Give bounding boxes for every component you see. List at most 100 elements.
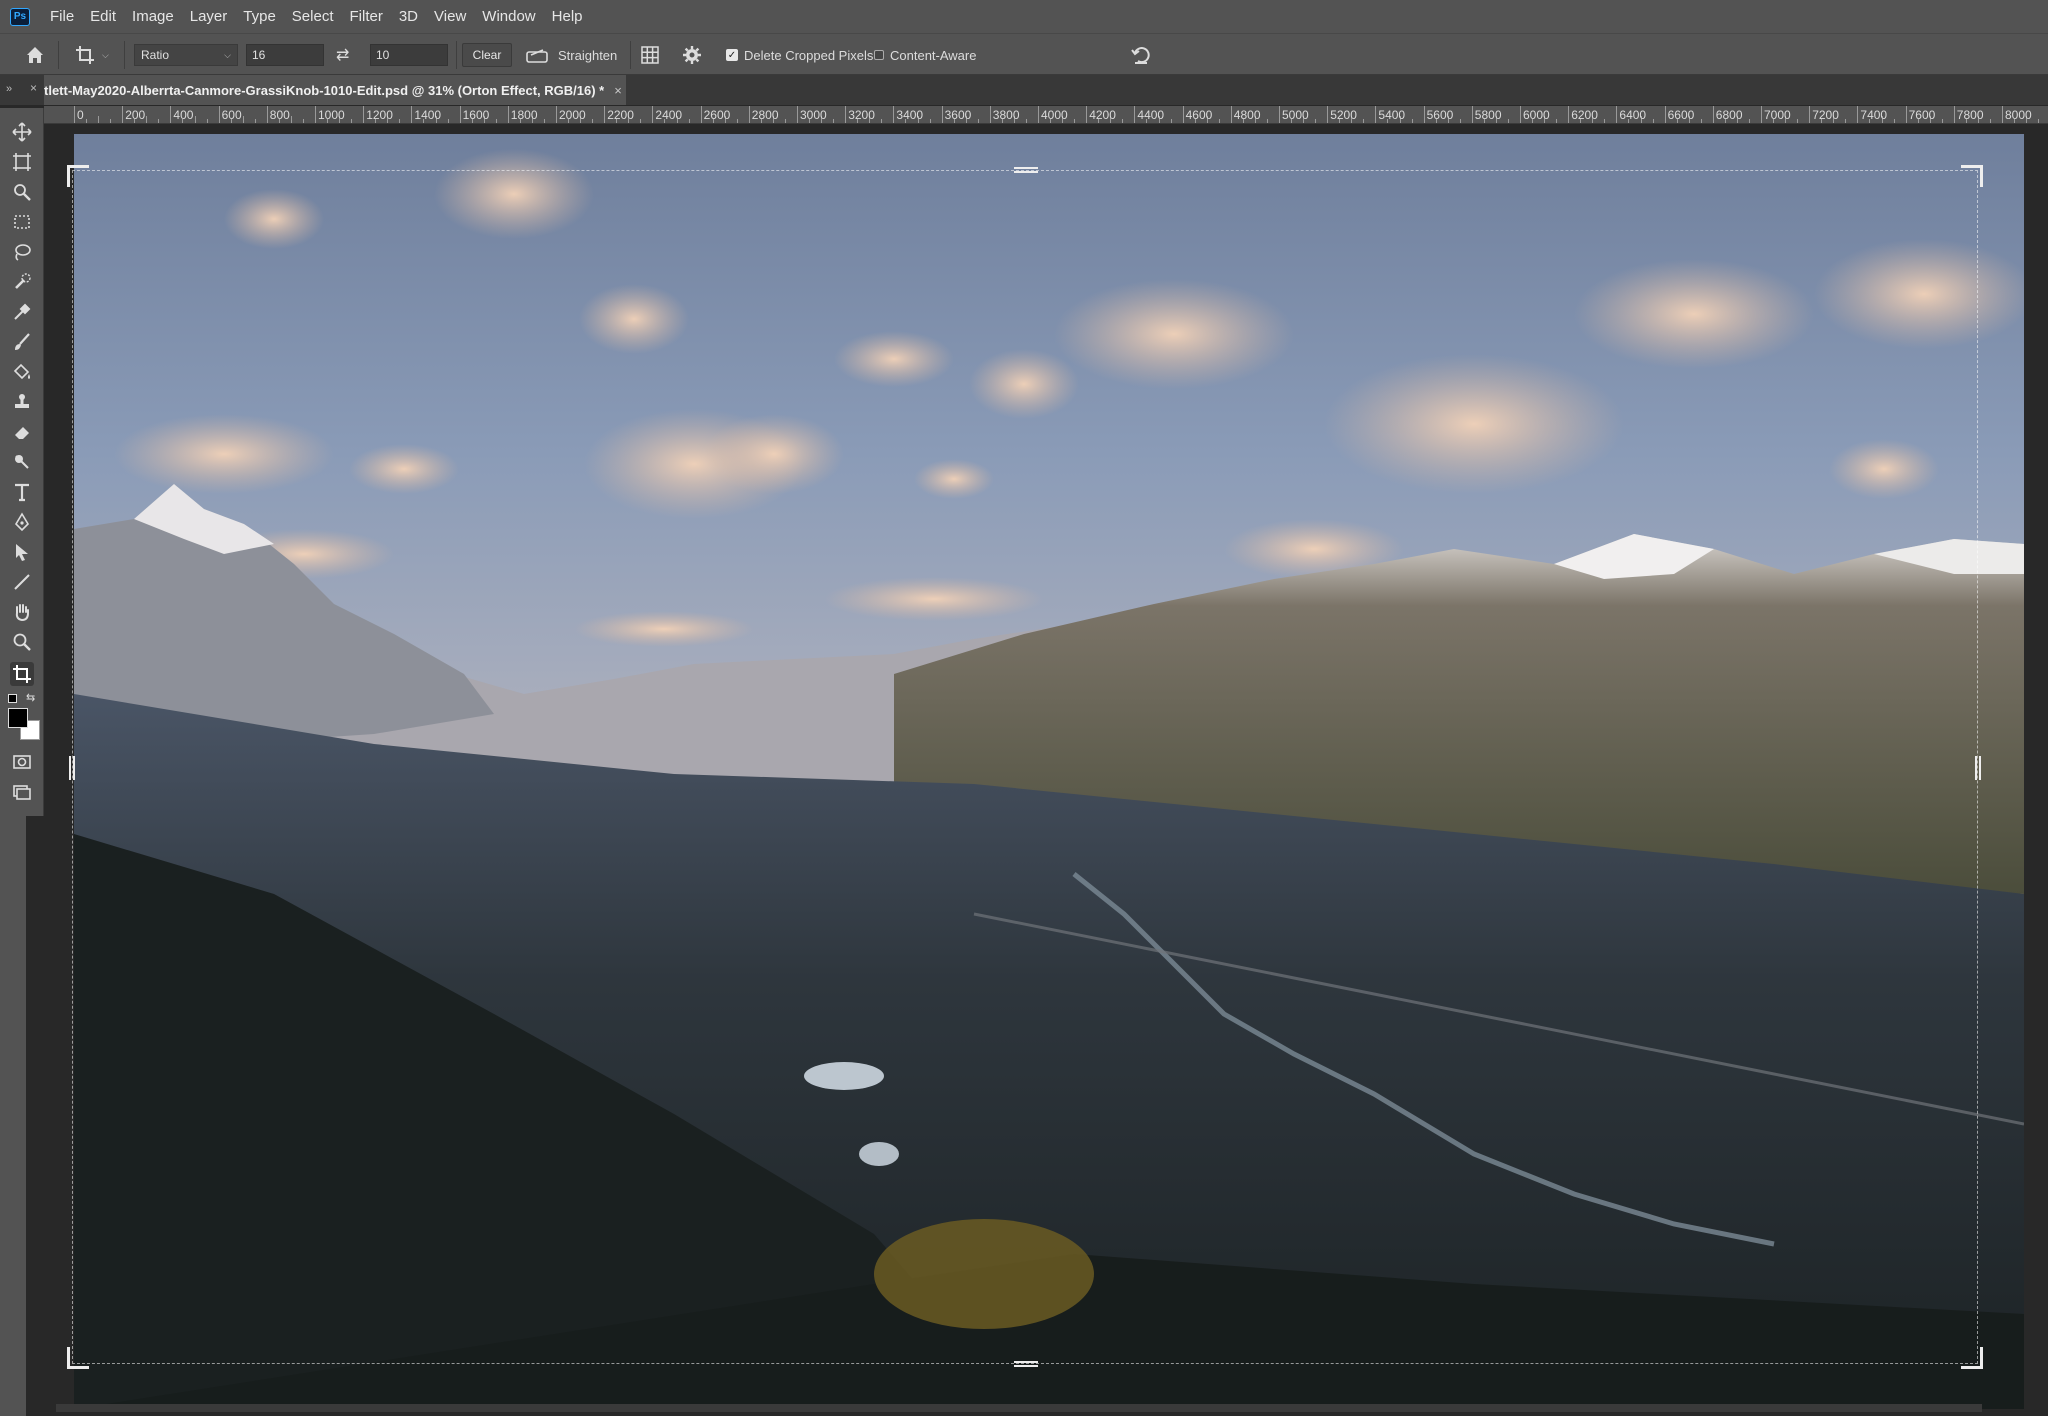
ruler-minor-tick xyxy=(1604,119,1606,123)
artboard-tool[interactable] xyxy=(10,150,34,174)
gear-icon xyxy=(683,46,701,64)
ruler-major-tick xyxy=(941,106,943,123)
crop-box[interactable] xyxy=(67,165,1983,1369)
canvas-area[interactable] xyxy=(44,124,2048,1416)
crop-tool[interactable] xyxy=(10,662,34,686)
swap-icon: ⇄ xyxy=(336,47,350,64)
ruler-label: 5400 xyxy=(1378,108,1406,122)
ruler-label: 2000 xyxy=(559,108,586,122)
overlay-options-button[interactable] xyxy=(640,34,660,76)
crop-handle-top-right[interactable] xyxy=(1961,165,1983,187)
crop-handle-bottom-right[interactable] xyxy=(1961,1347,1983,1369)
quick-mask-button[interactable] xyxy=(10,750,34,774)
menu-image[interactable]: Image xyxy=(124,0,182,33)
menu-view[interactable]: View xyxy=(426,0,474,33)
ruler-major-tick xyxy=(1616,106,1618,123)
ruler-minor-tick xyxy=(1074,119,1076,123)
ruler-label: 6600 xyxy=(1667,108,1695,122)
crop-handle-bottom-left[interactable] xyxy=(67,1347,89,1369)
ruler-minor-tick xyxy=(736,119,738,123)
ruler-label: 8000 xyxy=(2005,108,2032,122)
ratio-height-input[interactable]: 10 xyxy=(370,44,448,66)
menu-3d[interactable]: 3D xyxy=(391,0,426,33)
quick-selection-tool[interactable] xyxy=(10,270,34,294)
menu-window[interactable]: Window xyxy=(474,0,543,33)
crop-handle-right[interactable] xyxy=(1975,756,1981,780)
crop-handle-top-left[interactable] xyxy=(67,165,89,187)
default-colors-icon[interactable] xyxy=(8,694,17,703)
object-selection-tool[interactable] xyxy=(10,180,34,204)
ruler-minor-tick xyxy=(351,119,353,123)
type-tool[interactable] xyxy=(10,480,34,504)
crop-handle-left[interactable] xyxy=(69,756,75,780)
eraser-tool[interactable] xyxy=(10,420,34,444)
menu-help[interactable]: Help xyxy=(544,0,591,33)
lasso-tool[interactable] xyxy=(10,240,34,264)
ruler-major-tick xyxy=(748,106,750,123)
zoom-tool[interactable] xyxy=(10,630,34,654)
menu-file[interactable]: File xyxy=(42,0,82,33)
zoom-icon xyxy=(13,633,31,651)
swap-colors-icon[interactable]: ⇆ xyxy=(26,691,35,704)
ruler-label: 4600 xyxy=(1185,108,1213,122)
gradient-tool[interactable] xyxy=(10,450,34,474)
close-icon[interactable]: × xyxy=(614,83,622,98)
swap-ratio-button[interactable]: ⇄ xyxy=(336,34,349,76)
eyedropper-tool[interactable] xyxy=(10,300,34,324)
ruler-label: 0 xyxy=(77,108,84,122)
ratio-dropdown[interactable]: Ratio ⌵ xyxy=(134,44,238,66)
ruler-major-tick xyxy=(845,106,847,123)
ruler-minor-tick xyxy=(592,119,594,123)
straighten-button[interactable]: Straighten xyxy=(526,34,617,76)
ruler-major-tick xyxy=(122,106,124,123)
paint-bucket-tool[interactable] xyxy=(10,360,34,384)
menu-edit[interactable]: Edit xyxy=(82,0,124,33)
content-aware-checkbox[interactable]: Content-Aware xyxy=(874,34,976,76)
ratio-width-input[interactable]: 16 xyxy=(246,44,324,66)
ruler-label: 6400 xyxy=(1619,108,1647,122)
ruler-minor-tick xyxy=(833,119,835,123)
ruler-label: 3000 xyxy=(800,108,827,122)
pen-tool[interactable] xyxy=(10,510,34,534)
ruler-label: 1600 xyxy=(462,108,490,122)
crop-handle-bottom[interactable] xyxy=(1014,1361,1038,1367)
ruler-major-tick xyxy=(1230,106,1232,123)
ruler-minor-tick xyxy=(146,116,148,123)
ruler-minor-tick xyxy=(2038,119,2040,123)
ruler-major-tick xyxy=(1279,106,1280,123)
line-tool[interactable] xyxy=(10,570,34,594)
horizontal-scrollbar[interactable] xyxy=(56,1404,1982,1412)
home-button[interactable] xyxy=(24,34,46,76)
divider xyxy=(124,41,125,69)
crop-settings-button[interactable] xyxy=(682,34,702,76)
eraser-icon xyxy=(15,427,29,439)
horizontal-ruler[interactable]: 0 200 400 600 800 1000 1200 1400 1600 1800 2000 220… xyxy=(44,106,2048,124)
brush-tool[interactable] xyxy=(10,330,34,354)
tool-preset-picker[interactable]: ⌵ xyxy=(74,34,109,76)
menu-type[interactable]: Type xyxy=(235,0,284,33)
photoshop-logo-icon[interactable]: Ps xyxy=(10,7,30,26)
menu-layer[interactable]: Layer xyxy=(182,0,236,33)
hand-tool[interactable] xyxy=(10,600,34,624)
collapse-panels-icon[interactable]: » xyxy=(6,83,12,95)
document-tab-bar: » × tlett-May2020-Alberrta-Canmore-Grass… xyxy=(0,75,2048,105)
document-tab[interactable]: tlett-May2020-Alberrta-Canmore-GrassiKno… xyxy=(44,75,626,105)
crop-handle-top[interactable] xyxy=(1014,167,1038,173)
menu-filter[interactable]: Filter xyxy=(342,0,391,33)
path-selection-tool[interactable] xyxy=(10,540,34,564)
divider xyxy=(58,41,59,69)
close-panel-icon[interactable]: × xyxy=(30,81,37,95)
ruler-major-tick xyxy=(1086,106,1088,123)
clone-stamp-tool[interactable] xyxy=(10,390,34,414)
reset-crop-button[interactable] xyxy=(1130,34,1152,76)
delete-cropped-pixels-checkbox[interactable]: ✓ Delete Cropped Pixels xyxy=(726,34,873,76)
screen-mode-button[interactable] xyxy=(10,780,34,804)
menu-select[interactable]: Select xyxy=(284,0,342,33)
move-tool[interactable] xyxy=(10,120,34,144)
ruler-label: 5600 xyxy=(1426,108,1454,122)
ruler-minor-tick xyxy=(495,119,497,123)
clear-button[interactable]: Clear xyxy=(462,43,512,67)
marquee-tool[interactable] xyxy=(10,210,34,234)
ruler-minor-tick xyxy=(1122,119,1124,123)
foreground-color-swatch[interactable] xyxy=(8,708,28,728)
